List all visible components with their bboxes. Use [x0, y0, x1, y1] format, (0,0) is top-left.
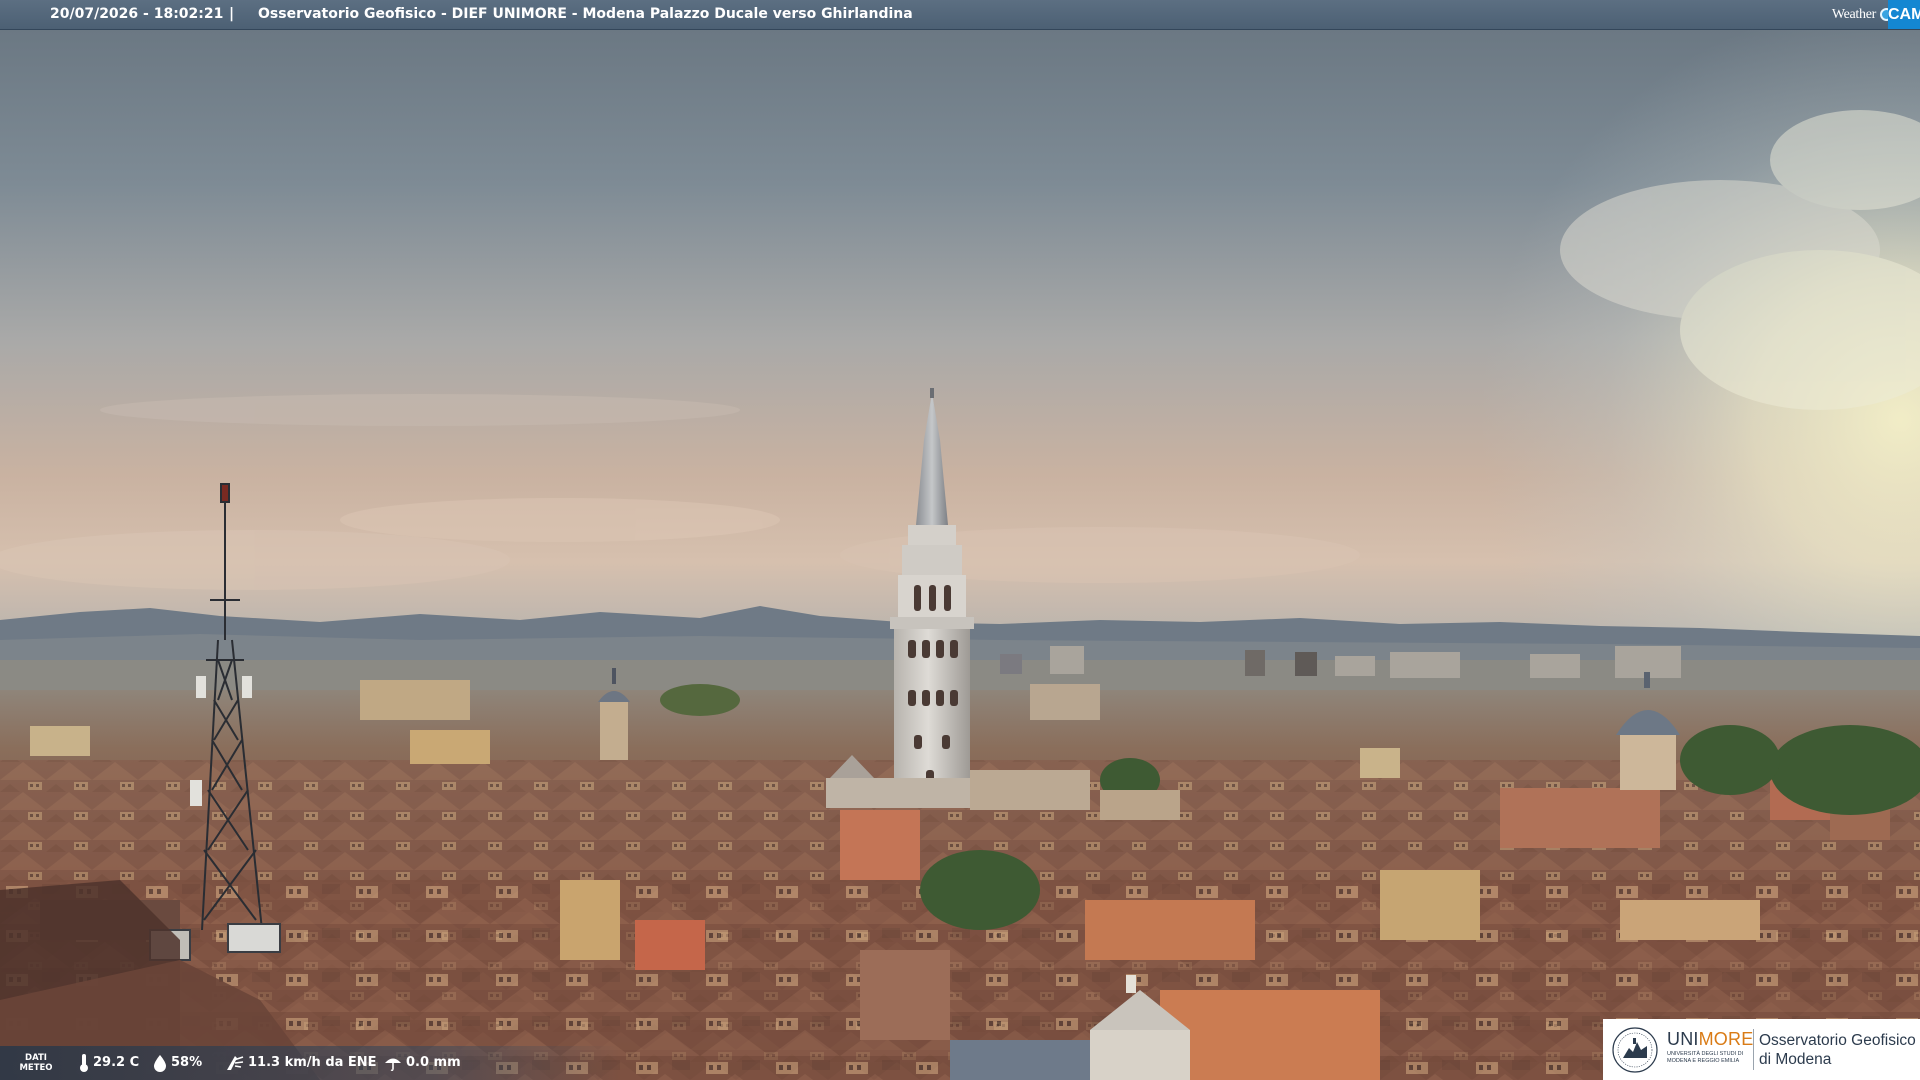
humidity-value: 58%	[171, 1055, 203, 1070]
city-panorama	[0, 29, 1920, 1080]
weathercam-logo: Weather CAM	[1816, 0, 1920, 29]
thermometer-icon	[80, 1053, 88, 1072]
webcam-frame: 20/07/2026 - 18:02:21 | Osservatorio Geo…	[0, 0, 1920, 1080]
temperature-value: 29.2 C	[93, 1055, 140, 1070]
rain-value: 0.0 mm	[406, 1055, 461, 1070]
camera-location: Osservatorio Geofisico - DIEF UNIMORE - …	[258, 6, 913, 22]
weathercam-logo-cam: CAM	[1888, 0, 1920, 29]
logo-divider	[1753, 1029, 1754, 1070]
wind-value: 11.3 km/h da ENE	[248, 1055, 377, 1070]
timestamp: 20/07/2026 - 18:02:21	[50, 6, 224, 22]
wind-reading: 11.3 km/h da ENE	[225, 1046, 377, 1080]
observatory-name: Osservatorio Geofisico di Modena	[1759, 1032, 1916, 1068]
weathercam-logo-weather: Weather	[1831, 7, 1876, 22]
rain-reading: 0.0 mm	[383, 1046, 461, 1080]
title-separator: |	[229, 6, 235, 22]
university-full-name: UNIVERSITÀ DEGLI STUDI DI MODENA E REGGI…	[1667, 1051, 1744, 1064]
weather-data-bar: DATI METEO 29.2 C 58% 11.3 km/h da ENE 0…	[0, 1046, 620, 1080]
humidity-reading: 58%	[152, 1046, 202, 1080]
unimore-wordmark: UNIMORE	[1667, 1029, 1754, 1049]
rain-icon	[385, 1058, 401, 1071]
unimore-observatory-logo: UNIMORE UNIVERSITÀ DEGLI STUDI DI MODENA…	[1603, 1019, 1920, 1080]
temperature-reading: 29.2 C	[78, 1046, 139, 1080]
wind-icon	[227, 1055, 244, 1070]
droplet-icon	[154, 1054, 166, 1072]
weather-data-label: DATI METEO	[19, 1053, 53, 1073]
university-seal-icon	[1612, 1027, 1658, 1073]
webcam-title-bar: 20/07/2026 - 18:02:21 | Osservatorio Geo…	[0, 0, 1920, 30]
